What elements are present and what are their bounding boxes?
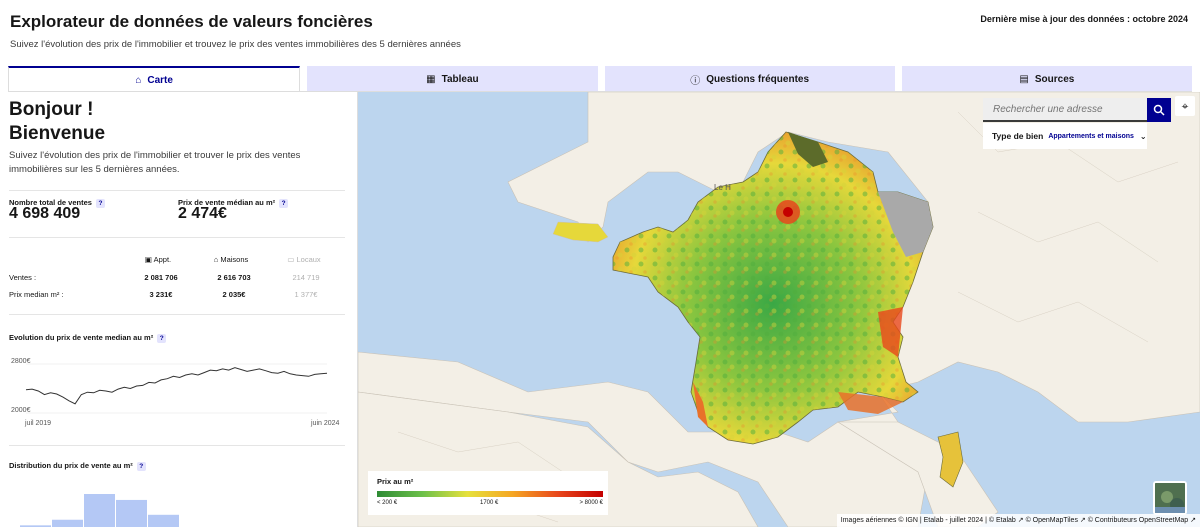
row-label-prix: Prix median m² :: [9, 290, 64, 299]
series-line: [25, 367, 328, 405]
col-locaux: ▭ Locaux: [287, 255, 321, 264]
price-legend: Prix au m² < 200 € 1700 € > 8000 €: [368, 471, 608, 515]
tab-label: Questions fréquentes: [706, 73, 810, 85]
map-view[interactable]: Le H ⌖ Type de bien Appartements et mais…: [358, 92, 1200, 527]
help-icon[interactable]: ?: [157, 333, 167, 343]
cell-prix-locaux: 1 377€: [294, 290, 318, 299]
chevron-down-icon: ⌄: [1139, 131, 1147, 141]
france-map[interactable]: Le H: [358, 92, 1200, 527]
intro-text: Suivez l'évolution des prix de l'immobil…: [9, 150, 301, 175]
apartment-icon: ▣: [144, 255, 154, 264]
page-subtitle: Suivez l'évolution des prix de l'immobil…: [10, 39, 461, 50]
legend-title: Prix au m²: [377, 477, 414, 486]
cell-ventes-maisons: 2 616 703: [217, 273, 251, 282]
tab-label: Sources: [1034, 73, 1075, 85]
home-icon: ⌂: [135, 74, 142, 86]
distribution-title: Distribution du prix de vente au m²?: [9, 461, 146, 471]
address-search[interactable]: [983, 98, 1171, 122]
satellite-toggle-button[interactable]: [1153, 481, 1187, 515]
property-type-select[interactable]: Type de bien Appartements et maisons ⌄: [983, 123, 1147, 149]
x-tick-start: juil 2019: [25, 420, 52, 427]
side-panel[interactable]: Bonjour ! Bienvenue Suivez l'évolution d…: [0, 92, 358, 527]
tab-label: Carte: [147, 74, 173, 86]
tab-questions[interactable]: ⓘ Questions fréquentes: [604, 66, 895, 92]
page-header: Explorateur de données de valeurs fonciè…: [0, 0, 1200, 62]
cell-ventes-locaux: 214 719: [292, 273, 320, 282]
col-maisons: ⌂ Maisons: [213, 255, 249, 264]
table-icon: ▦: [426, 73, 436, 85]
page-title: Explorateur de données de valeurs fonciè…: [10, 12, 373, 31]
divider: [9, 314, 345, 315]
divider: [9, 237, 345, 238]
greeting: Bonjour ! Bienvenue: [9, 98, 105, 146]
tab-label: Tableau: [441, 73, 479, 85]
search-icon: [1153, 104, 1165, 116]
distribution-bar[interactable]: [116, 499, 147, 527]
last-update-text: Dernière mise à jour des données : octob…: [980, 14, 1188, 24]
divider: [9, 445, 345, 446]
help-icon[interactable]: ?: [136, 461, 146, 471]
distribution-bar[interactable]: [52, 519, 83, 527]
map-place-label: Le H: [714, 183, 731, 192]
help-icon[interactable]: ?: [95, 198, 105, 208]
median-price-value: 2 474€: [178, 205, 227, 222]
distribution-bar-chart: [20, 494, 179, 527]
property-type-value: Appartements et maisons: [1048, 132, 1134, 140]
evolution-line-chart: [25, 363, 328, 414]
help-icon[interactable]: ?: [279, 198, 289, 208]
info-icon: ⓘ: [690, 75, 701, 87]
satellite-thumbnail-icon: [1155, 483, 1185, 513]
distribution-bar[interactable]: [148, 514, 179, 527]
tab-bar: ⌂ Carte ▦ Tableau ⓘ Questions fréquentes…: [8, 66, 1192, 92]
document-icon: ▤: [1019, 73, 1029, 85]
legend-min: < 200 €: [377, 500, 398, 506]
property-type-label: Type de bien: [992, 131, 1044, 141]
legend-max: > 8000 €: [579, 500, 603, 506]
search-button[interactable]: [1147, 98, 1171, 122]
tab-tableau[interactable]: ▦ Tableau: [307, 66, 598, 92]
greeting-line-2: Bienvenue: [9, 123, 106, 144]
divider: [9, 190, 345, 191]
search-input[interactable]: [983, 98, 1147, 120]
legend-ticks: < 200 € 1700 € > 8000 €: [377, 500, 603, 510]
legend-mid: 1700 €: [480, 500, 499, 506]
geolocate-button[interactable]: ⌖: [1175, 96, 1195, 116]
tab-carte[interactable]: ⌂ Carte: [8, 66, 301, 92]
legend-color-scale: [377, 491, 603, 497]
cell-prix-appt: 3 231€: [149, 290, 173, 299]
distribution-bar[interactable]: [84, 494, 115, 527]
tab-sources[interactable]: ▤ Sources: [901, 66, 1192, 92]
map-attribution[interactable]: Images aériennes © IGN | Etalab - juille…: [836, 514, 1200, 527]
total-sales-value: 4 698 409: [9, 205, 81, 222]
greeting-line-1: Bonjour !: [9, 99, 94, 120]
cell-ventes-appt: 2 081 706: [144, 273, 178, 282]
x-tick-end: juin 2024: [311, 420, 340, 427]
cell-prix-maisons: 2 035€: [222, 290, 246, 299]
crosshair-icon: ⌖: [1181, 98, 1189, 113]
evolution-title: Evolution du prix de vente median au m²?: [9, 333, 167, 343]
col-appartements: ▣ Appt.: [144, 255, 172, 264]
row-label-ventes: Ventes :: [9, 273, 37, 282]
